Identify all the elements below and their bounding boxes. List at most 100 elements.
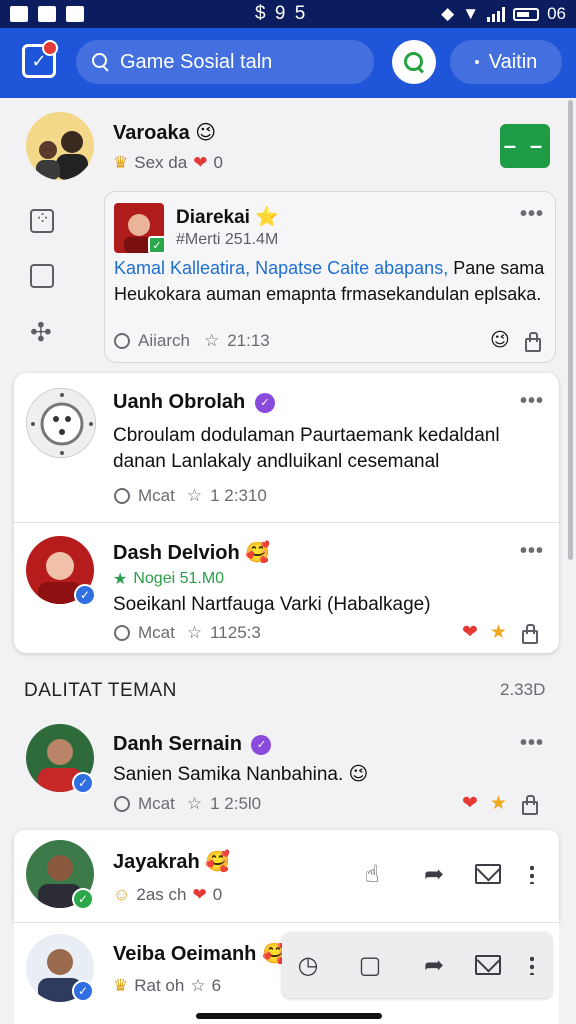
status-bar: $ 9 5 ◆ ▼ 06: [0, 0, 576, 28]
avatar[interactable]: [26, 112, 94, 180]
kebab-menu-icon[interactable]: [516, 949, 548, 981]
more-options-icon[interactable]: •••: [520, 732, 544, 755]
post-body: Soeikanl Nartfauga Varki (Habalkage): [113, 594, 431, 615]
heart-icon[interactable]: ❤: [462, 792, 478, 815]
clock-icon: [114, 796, 130, 812]
smile-emoji-icon: ☺: [113, 885, 131, 904]
search-input[interactable]: [120, 50, 350, 74]
notification-badge: [42, 40, 58, 56]
follow-button[interactable]: – –: [500, 124, 550, 168]
friend-hearts-count: 0: [212, 885, 223, 904]
friend-body: Sanien Samika Nanbahina. 😉: [113, 764, 369, 785]
mail-icon[interactable]: [472, 949, 504, 981]
like-icon[interactable]: [519, 623, 538, 644]
clock-icon: [114, 488, 130, 504]
quoted-post-meta-label: Aiiarch: [138, 331, 190, 350]
heart-icon: ❤: [192, 885, 207, 904]
post-time: 1 2:310: [210, 486, 267, 505]
post-reactions: ❤ ★: [462, 621, 538, 644]
post-author[interactable]: Uanh Obrolah ✓: [113, 391, 275, 415]
verified-icon: ✓: [251, 734, 272, 755]
kebab-menu-icon[interactable]: [516, 858, 548, 890]
wifi-icon: ▼: [462, 4, 480, 23]
verified-icon: ✓: [254, 392, 275, 413]
dice-icon[interactable]: [30, 208, 54, 233]
post-author[interactable]: Dash Delvioh 🥰: [113, 540, 270, 565]
post-avatar[interactable]: [26, 388, 96, 458]
friend-meta: Mcat ☆ 1 2:5l0: [114, 794, 261, 814]
mail-icon[interactable]: [472, 858, 504, 890]
star-reaction-icon[interactable]: ★: [490, 792, 507, 815]
friend-status-label: Rat oh: [134, 976, 185, 995]
share-icon[interactable]: ➦: [418, 858, 450, 890]
quoted-post-time: 21:13: [227, 331, 270, 350]
friend-name[interactable]: Jayakrah 🥰: [113, 849, 230, 874]
wink-emoji-icon: 😉: [348, 764, 369, 785]
quoted-post-tag: #Merti 251.4M: [176, 231, 279, 248]
friend-status: ♛ Rat oh ☆ 6: [113, 976, 221, 996]
post-meta: Mcat ☆ 1125:3: [114, 623, 261, 643]
poke-icon[interactable]: ☝: [356, 858, 388, 890]
friend-status: ☺ 2as ch ❤ 0: [113, 885, 222, 905]
location-icon: ◆: [441, 4, 455, 23]
quoted-post-meta: Aiiarch ☆ 21:13: [114, 331, 270, 351]
verified-badge: ✓: [72, 980, 94, 1002]
search-icon: [404, 52, 424, 72]
profile-name[interactable]: Varoaka 😉: [113, 120, 216, 145]
status-center-text: $ 9 5: [255, 3, 308, 24]
more-options-icon[interactable]: •••: [520, 540, 544, 563]
more-options-icon[interactable]: •••: [520, 390, 544, 413]
love-emoji-icon: 🥰: [205, 851, 231, 873]
verified-badge: ✓: [74, 584, 96, 606]
puzzle-icon[interactable]: ✣: [30, 319, 54, 345]
wink-emoji-icon[interactable]: 😉: [490, 329, 510, 352]
square-icon[interactable]: [30, 264, 54, 288]
star-emoji-icon: ⭐: [255, 207, 279, 228]
scrollbar[interactable]: [568, 100, 573, 560]
quick-action-bar: ◷ ▢ ➦: [282, 932, 552, 998]
award-icon: ♛: [113, 153, 129, 172]
search-bar[interactable]: [76, 40, 374, 84]
like-icon[interactable]: [522, 331, 541, 352]
profile-stats: ♛ Sex da ❤ 0: [113, 153, 223, 173]
post-meta-label: Mcat: [138, 623, 175, 642]
verified-badge: ✓: [72, 772, 94, 794]
dot-icon: [474, 60, 479, 64]
clock-icon: [114, 625, 130, 641]
clock-icon: [114, 333, 130, 349]
divider: [14, 522, 559, 523]
friend-reactions: ❤ ★: [462, 792, 538, 815]
section-count: 2.33D: [500, 680, 546, 699]
quoted-post-reactions: 😉: [490, 329, 541, 352]
search-button[interactable]: [392, 40, 436, 84]
timer-icon[interactable]: ◷: [292, 949, 324, 981]
more-options-icon[interactable]: •••: [520, 203, 544, 226]
star-icon: ☆: [186, 794, 203, 813]
friend-name[interactable]: Veiba Oeimanh 🥰: [113, 941, 287, 966]
star-icon: ☆: [203, 331, 220, 350]
quoted-post-link[interactable]: Kamal Kalleatira, Napatse Caite abapans,: [114, 258, 448, 278]
post-tag: ★ Nogei 51.M0: [113, 569, 224, 589]
friend-name[interactable]: Danh Sernain ✓: [113, 733, 272, 757]
app-notification-icon: [66, 6, 84, 22]
like-icon[interactable]: [519, 794, 538, 815]
header-action-button[interactable]: Vaitin: [450, 40, 562, 84]
star-icon: ☆: [186, 486, 203, 505]
quoted-post-author[interactable]: Diarekai ⭐: [176, 205, 279, 229]
post-meta: Mcat ☆ 1 2:310: [114, 486, 267, 506]
battery-icon: [513, 7, 540, 21]
square-smile-icon[interactable]: ▢: [354, 949, 386, 981]
wink-emoji-icon: 😉: [195, 122, 217, 144]
post-tag-label: Nogei 51.M0: [133, 570, 225, 587]
online-badge: ✓: [72, 888, 94, 910]
profile-stats-label: Sex da: [134, 153, 188, 172]
profile-hearts-count: 0: [213, 153, 223, 172]
post-time: 1125:3: [210, 623, 261, 642]
home-indicator[interactable]: [196, 1013, 382, 1019]
friend-meta-label: Mcat: [138, 794, 175, 813]
star-reaction-icon[interactable]: ★: [490, 621, 507, 644]
header-action-label: Vaitin: [488, 50, 538, 73]
post-body: Cbroulam dodulaman Paurtaemank kedaldanl…: [113, 425, 500, 472]
heart-icon[interactable]: ❤: [462, 621, 478, 644]
share-icon[interactable]: ➦: [418, 949, 450, 981]
